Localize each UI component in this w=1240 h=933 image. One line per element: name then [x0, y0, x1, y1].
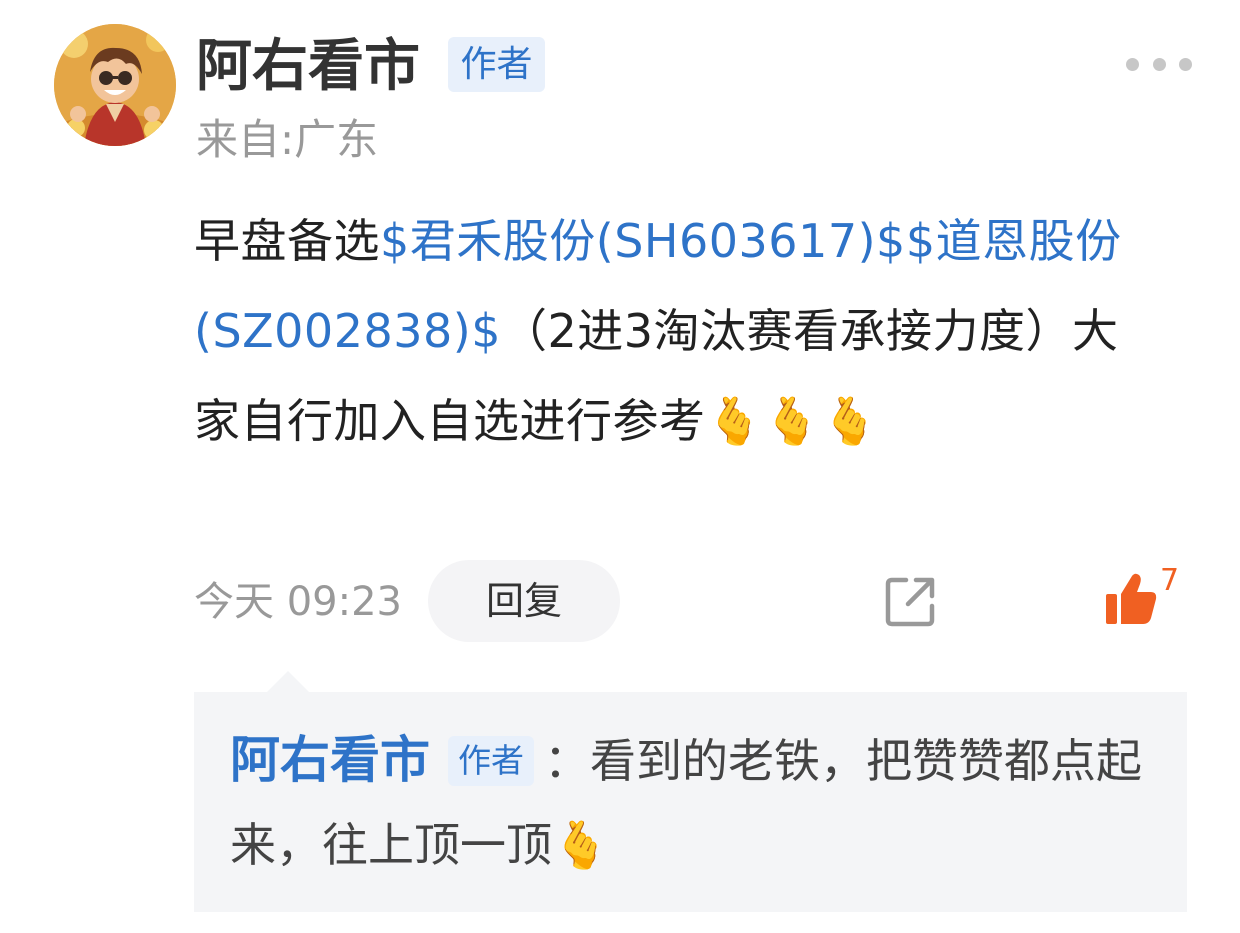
- post-timestamp: 今天 09:23: [194, 579, 402, 625]
- more-dot: [1126, 57, 1139, 71]
- hand-emoji-icon: 🫰: [552, 818, 610, 872]
- more-dots-icon[interactable]: [1126, 52, 1192, 76]
- like-button[interactable]: 7: [1104, 563, 1188, 630]
- reply-pointer: [266, 671, 310, 693]
- reply-author-badge: 作者: [448, 735, 534, 786]
- reply-separator: ：: [544, 734, 590, 788]
- like-count: 7: [1160, 563, 1180, 598]
- more-dot: [1152, 57, 1166, 71]
- avatar[interactable]: [54, 24, 176, 146]
- reply-author-name[interactable]: 阿右看市: [230, 731, 430, 789]
- hand-emoji-icon: 🫰🫰🫰: [705, 394, 879, 448]
- author-badge: 作者: [448, 37, 545, 92]
- post-location: 来自:广东: [196, 115, 379, 164]
- reply-button[interactable]: 回复: [428, 560, 620, 642]
- more-dot: [1179, 57, 1192, 71]
- share-icon[interactable]: [884, 574, 938, 628]
- reply-content: 阿右看市 作者 ：看到的老铁，把赞赞都点起来，往上顶一顶🫰: [230, 718, 1165, 887]
- thumbs-up-icon: [1106, 573, 1157, 624]
- stock-link-junhe[interactable]: $君禾股份(SH603617)$: [380, 214, 906, 268]
- post-author-name[interactable]: 阿右看市: [196, 34, 420, 100]
- post-content-prefix: 早盘备选: [194, 214, 380, 268]
- reply-card: 阿右看市 作者 ：看到的老铁，把赞赞都点起来，往上顶一顶🫰: [194, 692, 1187, 912]
- post-content: 早盘备选$君禾股份(SH603617)$$道恩股份(SZ002838)$（2进3…: [194, 196, 1154, 466]
